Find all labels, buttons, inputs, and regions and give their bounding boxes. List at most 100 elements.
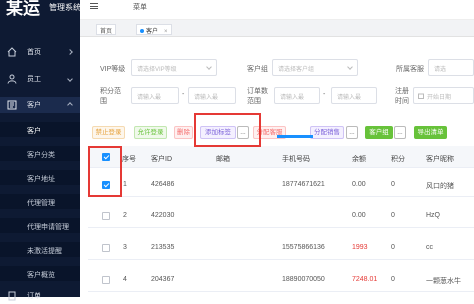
table-header: 序号 客户ID 邮箱 手机号码 余额 积分 客户昵称: [88, 146, 474, 168]
sidebar-item-staff[interactable]: 员工: [0, 71, 80, 87]
points-max-input[interactable]: 请输入最: [188, 87, 236, 104]
range-dash: -: [182, 91, 185, 98]
orders-min-placeholder: 请输入最: [280, 95, 305, 101]
tab-label: 首页: [100, 29, 113, 35]
cell-balance: 0.00: [352, 181, 366, 188]
highlight-box-checkboxes: [88, 146, 122, 197]
sidebar-item-home[interactable]: 首页: [0, 44, 80, 60]
cell-phone: 18890070050: [282, 276, 325, 283]
sidebar-subitem-agent[interactable]: 代理管理: [0, 194, 80, 209]
cell-phone: 18774671621: [282, 181, 325, 188]
chevron-down-icon: [347, 64, 353, 70]
group-select[interactable]: 请选择客户组: [272, 59, 358, 76]
more-group-button[interactable]: ...: [394, 126, 406, 139]
breadcrumb: 菜单: [133, 4, 147, 11]
range-dash: -: [323, 91, 326, 98]
sidebar-subitem-customer[interactable]: 客户: [0, 122, 80, 137]
table-row[interactable]: 1 426486 18774671621 0.00 0 风口的猪: [88, 172, 474, 197]
cell-phone: 15575866136: [282, 244, 325, 251]
cell-balance: 0.00: [352, 212, 366, 219]
cell-nickname: HzQ: [426, 212, 440, 219]
tab-home[interactable]: 首页: [96, 24, 117, 35]
group-label: 客户组: [247, 66, 268, 73]
cell-balance: 7248.01: [352, 276, 378, 283]
row-checkbox[interactable]: [102, 244, 110, 252]
orders-min-input[interactable]: 请输入最: [274, 87, 320, 104]
cell-nickname: cc: [426, 244, 433, 251]
sidebar-subitem-agent-apply[interactable]: 代理申请管理: [0, 218, 80, 233]
reg-label: 注册时间: [395, 88, 409, 105]
cell-index: 4: [123, 276, 127, 283]
group-placeholder: 请选择客户组: [278, 67, 315, 73]
cell-id: 426486: [151, 181, 175, 188]
export-button[interactable]: 导出清单: [414, 126, 447, 139]
column-header-id: 客户ID: [151, 156, 172, 163]
customer-group-button[interactable]: 客户组: [365, 126, 393, 139]
orders-max-placeholder: 请输入最: [337, 95, 362, 101]
reg-date-input[interactable]: 开始日期: [413, 87, 474, 104]
points-min-input[interactable]: 请输入最: [131, 87, 179, 104]
row-checkbox[interactable]: [102, 276, 110, 284]
sidebar-subitem-label: 未激活提醒: [27, 248, 62, 255]
sidebar-subitem-label: 客户: [27, 128, 41, 135]
menu-toggle-icon[interactable]: [90, 3, 98, 9]
sidebar-subitem-label: 代理申请管理: [27, 224, 69, 231]
app-logo: 某运 管理系统: [0, 0, 80, 16]
close-icon[interactable]: ×: [164, 29, 168, 35]
sidebar-subitem-category[interactable]: 客户分类: [0, 146, 80, 161]
highlight-box-add-tag: [194, 113, 261, 147]
table-row[interactable]: 3 213535 15575866136 1993 0 cc: [88, 235, 474, 260]
sidebar-item-label: 订单: [27, 293, 41, 300]
belong-select[interactable]: 请选: [428, 59, 474, 76]
user-icon: [7, 74, 17, 84]
logo-subtitle: 管理系统: [49, 3, 80, 12]
chevron-right-icon: [67, 49, 73, 55]
cell-id: 213535: [151, 244, 175, 251]
points-label: 积分范围: [100, 88, 121, 105]
more-sales-button[interactable]: ...: [346, 126, 358, 139]
cell-index: 3: [123, 244, 127, 251]
sidebar-subitem-label: 客户分类: [27, 152, 55, 159]
points-min-placeholder: 请输入最: [137, 95, 162, 101]
assign-sales-button[interactable]: 分配销售: [310, 126, 344, 139]
row-checkbox[interactable]: [102, 212, 110, 220]
sidebar-subitem-address[interactable]: 客户地址: [0, 170, 80, 185]
tab-customer[interactable]: 客户 ×: [136, 24, 172, 35]
vip-label: VIP等级: [100, 66, 126, 73]
sidebar-item-label: 首页: [27, 49, 41, 56]
chevron-up-icon: [67, 102, 73, 108]
calendar-icon: [418, 93, 424, 99]
sidebar-subitem-inactive-reminder[interactable]: 未激活提醒: [0, 242, 80, 257]
order-icon: [8, 291, 16, 301]
column-header-points: 积分: [391, 156, 405, 163]
column-header-phone: 手机号码: [282, 156, 310, 163]
ban-login-button[interactable]: 禁止登录: [92, 126, 125, 139]
home-icon: [7, 47, 17, 57]
cell-nickname: 一颗葱水牛: [426, 278, 461, 285]
chevron-down-icon: [206, 64, 212, 70]
orders-max-input[interactable]: 请输入最: [331, 87, 377, 104]
hover-underline: [277, 135, 313, 138]
cell-nickname: 风口的猪: [426, 183, 454, 190]
sidebar-item-orders[interactable]: 订单: [0, 288, 80, 304]
orders-label: 订单数范围: [247, 88, 268, 105]
belong-label: 所属客服: [396, 66, 424, 73]
sidebar-subitem-overview[interactable]: 客户概览: [0, 266, 80, 281]
sidebar-item-customer[interactable]: 客户: [0, 97, 80, 113]
vip-select[interactable]: 请选择VIP等级: [131, 59, 217, 76]
sidebar-subitem-label: 客户地址: [27, 176, 55, 183]
sidebar-item-label: 员工: [27, 76, 41, 83]
table-row[interactable]: 2 422030 0.00 0 HzQ: [88, 203, 474, 228]
cell-points: 0: [391, 181, 395, 188]
cell-points: 0: [391, 212, 395, 219]
tabs-bar: 首页 客户 ×: [80, 20, 474, 37]
table-row[interactable]: 4 204367 18890070050 7248.01 0 一颗葱水牛: [88, 267, 474, 292]
allow-login-button[interactable]: 允许登录: [134, 126, 167, 139]
vip-placeholder: 请选择VIP等级: [137, 67, 177, 73]
sidebar-subitem-label: 代理管理: [27, 200, 55, 207]
column-header-balance: 余额: [352, 156, 366, 163]
cell-points: 0: [391, 276, 395, 283]
delete-button[interactable]: 删除: [174, 126, 193, 139]
top-bar: 菜单: [80, 0, 474, 20]
logo-text: 某运: [6, 0, 40, 16]
